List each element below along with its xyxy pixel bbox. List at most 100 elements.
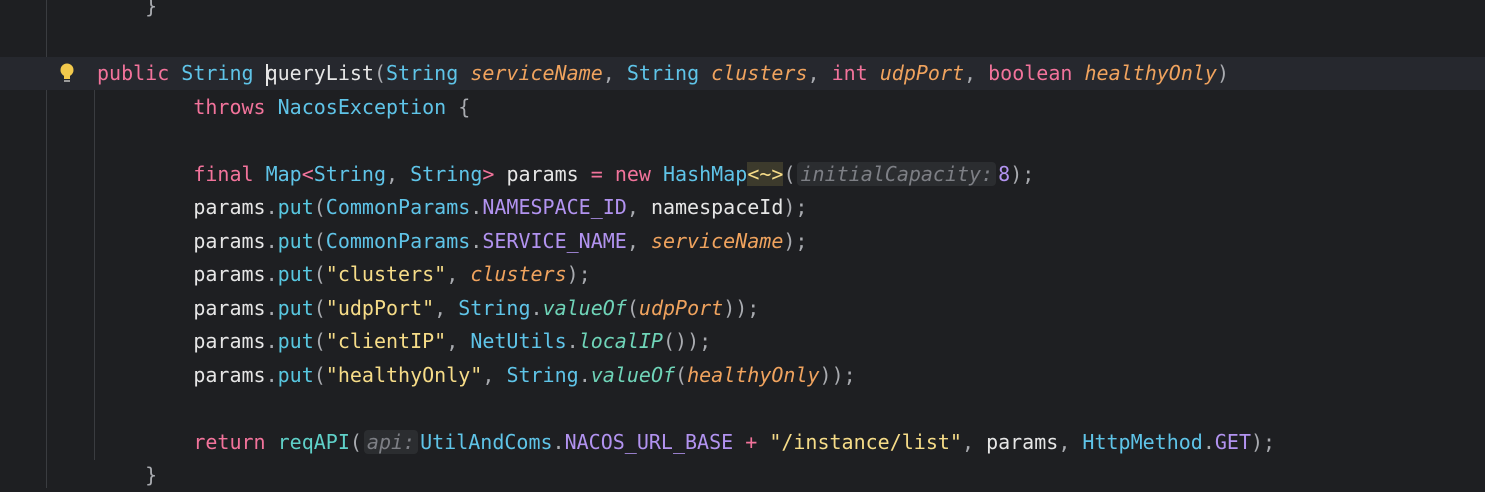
code-token: put xyxy=(277,295,314,320)
code-token: params xyxy=(193,295,266,320)
code-token: } xyxy=(145,0,158,18)
code-text: throws NacosException { xyxy=(97,91,470,124)
code-token: )); xyxy=(819,362,856,387)
code-line[interactable]: } xyxy=(0,0,1485,23)
code-line[interactable] xyxy=(0,124,1485,157)
code-line[interactable]: params.put(CommonParams.NAMESPACE_ID, na… xyxy=(0,191,1485,224)
code-token: "/instance/list" xyxy=(769,429,962,454)
code-token: valueOf xyxy=(542,295,627,320)
code-line[interactable]: return reqAPI(api: UtilAndComs.NACOS_URL_… xyxy=(0,426,1485,459)
code-token: SERVICE_NAME xyxy=(482,228,627,253)
code-token: , xyxy=(386,161,411,186)
code-token: reqAPI xyxy=(277,429,350,454)
code-token: serviceName xyxy=(470,61,603,85)
code-line[interactable]: params.put(CommonParams.SERVICE_NAME, se… xyxy=(0,225,1485,258)
code-text: params.put("clusters", clusters); xyxy=(97,258,590,291)
code-text: params.put(CommonParams.NAMESPACE_ID, na… xyxy=(97,191,807,224)
code-token: , xyxy=(446,329,471,353)
code-token: put xyxy=(277,228,314,253)
code-token: clusters xyxy=(711,61,808,85)
code-token: ( xyxy=(313,329,326,353)
code-line[interactable]: params.put("healthyOnly", String.valueOf… xyxy=(0,359,1485,392)
code-token: . xyxy=(265,228,278,253)
code-line[interactable] xyxy=(0,24,1485,57)
code-token: ); xyxy=(783,228,808,253)
code-token: ( xyxy=(313,362,326,387)
code-token: , xyxy=(807,61,832,85)
code-token: ()); xyxy=(662,329,712,353)
code-token: localIP xyxy=(578,329,663,353)
code-text: } xyxy=(97,459,157,492)
code-token: 8 xyxy=(998,161,1011,186)
code-token: ( xyxy=(313,262,326,286)
code-line[interactable]: throws NacosException { xyxy=(0,91,1485,124)
code-token: ( xyxy=(783,161,796,186)
code-token: GET xyxy=(1214,429,1251,454)
code-token: . xyxy=(470,195,483,219)
code-token: ); xyxy=(1010,161,1035,186)
code-token: params xyxy=(986,429,1059,454)
parameter-hint: api: xyxy=(363,429,419,454)
code-token: , xyxy=(602,61,627,85)
code-token: HashMap xyxy=(663,161,748,186)
code-token: put xyxy=(277,262,314,286)
code-token: String xyxy=(181,61,254,85)
code-token: new xyxy=(614,161,651,186)
code-token: params xyxy=(193,195,266,219)
code-token: . xyxy=(265,195,278,219)
code-token: namespaceId xyxy=(650,195,784,219)
code-token: params xyxy=(193,228,266,253)
code-line[interactable]: } xyxy=(0,459,1485,492)
code-token: "clusters" xyxy=(325,262,447,286)
code-token: ( xyxy=(626,295,639,320)
code-token: udpPort xyxy=(879,61,965,85)
code-token: , xyxy=(964,61,989,85)
code-token: healthyOnly xyxy=(687,362,820,387)
code-token: . xyxy=(1202,429,1215,454)
code-line[interactable]: params.put("clientIP", NetUtils.localIP(… xyxy=(0,325,1485,358)
code-token: ); xyxy=(783,195,808,219)
code-text: public String queryList(String serviceNa… xyxy=(97,57,1229,90)
code-line-current[interactable]: public String queryList(String serviceNa… xyxy=(0,57,1485,90)
code-token: put xyxy=(277,329,314,353)
code-editor[interactable]: } public String queryList(String serviceN… xyxy=(0,0,1485,488)
code-text: } xyxy=(97,0,157,23)
code-token: . xyxy=(470,228,483,253)
code-token: put xyxy=(277,362,314,387)
lightbulb-icon[interactable] xyxy=(58,62,76,84)
code-line[interactable] xyxy=(0,392,1485,425)
code-token: CommonParams xyxy=(325,228,471,253)
code-text: params.put(CommonParams.SERVICE_NAME, se… xyxy=(97,225,807,258)
code-token: , xyxy=(446,262,471,286)
code-line[interactable]: params.put("udpPort", String.valueOf(udp… xyxy=(0,292,1485,325)
code-token: serviceName xyxy=(650,228,784,253)
code-token: "healthyOnly" xyxy=(325,362,483,387)
code-token: clusters xyxy=(470,262,567,286)
code-token: valueOf xyxy=(590,362,676,387)
code-line[interactable]: params.put("clusters", clusters); xyxy=(0,258,1485,291)
code-line[interactable]: final Map<String, String> params = new H… xyxy=(0,158,1485,191)
code-token: String xyxy=(506,362,579,387)
code-token: <~> xyxy=(747,161,784,186)
code-token: ( xyxy=(373,61,387,85)
code-token: NACOS_URL_BASE xyxy=(564,429,734,454)
code-token: , xyxy=(1058,429,1083,454)
code-token: . xyxy=(566,329,579,353)
code-token: , xyxy=(961,429,987,454)
code-token: } xyxy=(145,463,158,487)
code-token: String xyxy=(458,295,531,320)
code-token: String xyxy=(386,61,459,85)
code-token: )); xyxy=(723,295,760,320)
code-token: . xyxy=(265,362,278,387)
code-token: ( xyxy=(313,295,326,320)
